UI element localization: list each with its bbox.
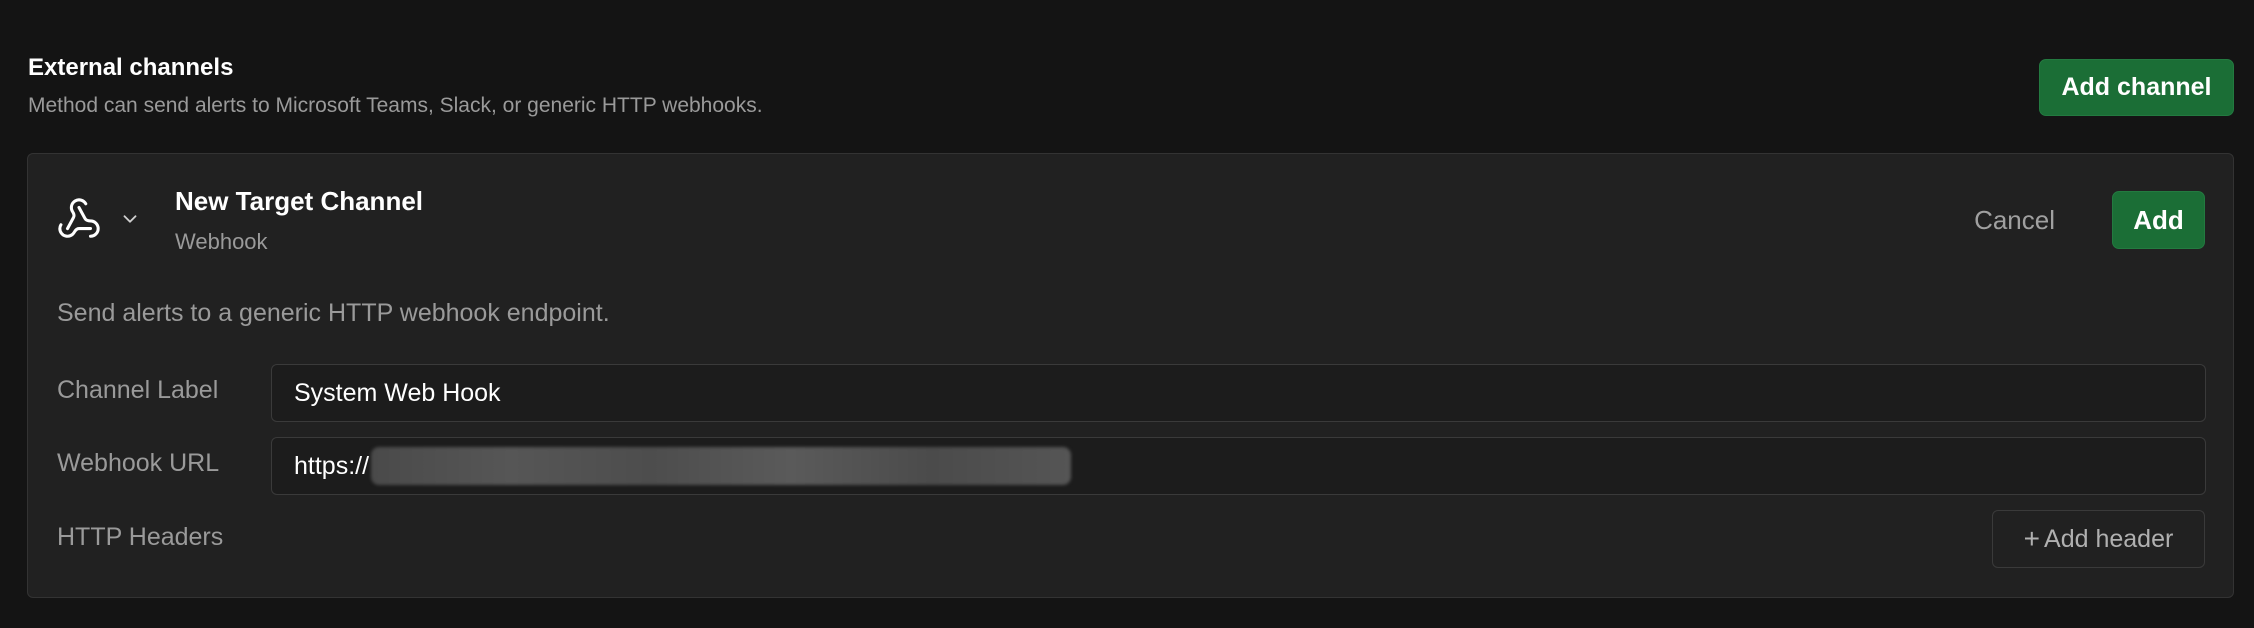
channel-card: New Target Channel Webhook Cancel Add Se…: [27, 153, 2234, 598]
http-headers-label: HTTP Headers: [57, 523, 224, 551]
webhook-url-prefix: https://: [294, 452, 370, 480]
webhook-url-redacted: [371, 447, 1072, 485]
webhook-icon: [58, 198, 100, 238]
plus-icon: +: [2023, 523, 2041, 554]
add-button[interactable]: Add: [2112, 191, 2205, 249]
section-subtitle: Method can send alerts to Microsoft Team…: [28, 94, 763, 117]
section-title: External channels: [28, 54, 234, 81]
chevron-down-icon[interactable]: [119, 208, 141, 230]
cancel-button[interactable]: Cancel: [1958, 192, 2071, 249]
webhook-url-label: Webhook URL: [57, 449, 220, 477]
webhook-url-input[interactable]: https://: [271, 437, 2206, 495]
channel-type: Webhook: [175, 229, 268, 254]
channel-label-label: Channel Label: [57, 376, 219, 404]
add-header-button[interactable]: + Add header: [1992, 510, 2205, 568]
channel-description: Send alerts to a generic HTTP webhook en…: [57, 299, 610, 327]
add-channel-button[interactable]: Add channel: [2039, 59, 2234, 116]
section-header: External channels Method can send alerts…: [28, 52, 763, 120]
channel-label-input[interactable]: System Web Hook: [271, 364, 2206, 422]
channel-name: New Target Channel: [175, 186, 424, 216]
add-header-label: Add header: [2044, 524, 2174, 553]
settings-page: External channels Method can send alerts…: [0, 0, 2254, 628]
